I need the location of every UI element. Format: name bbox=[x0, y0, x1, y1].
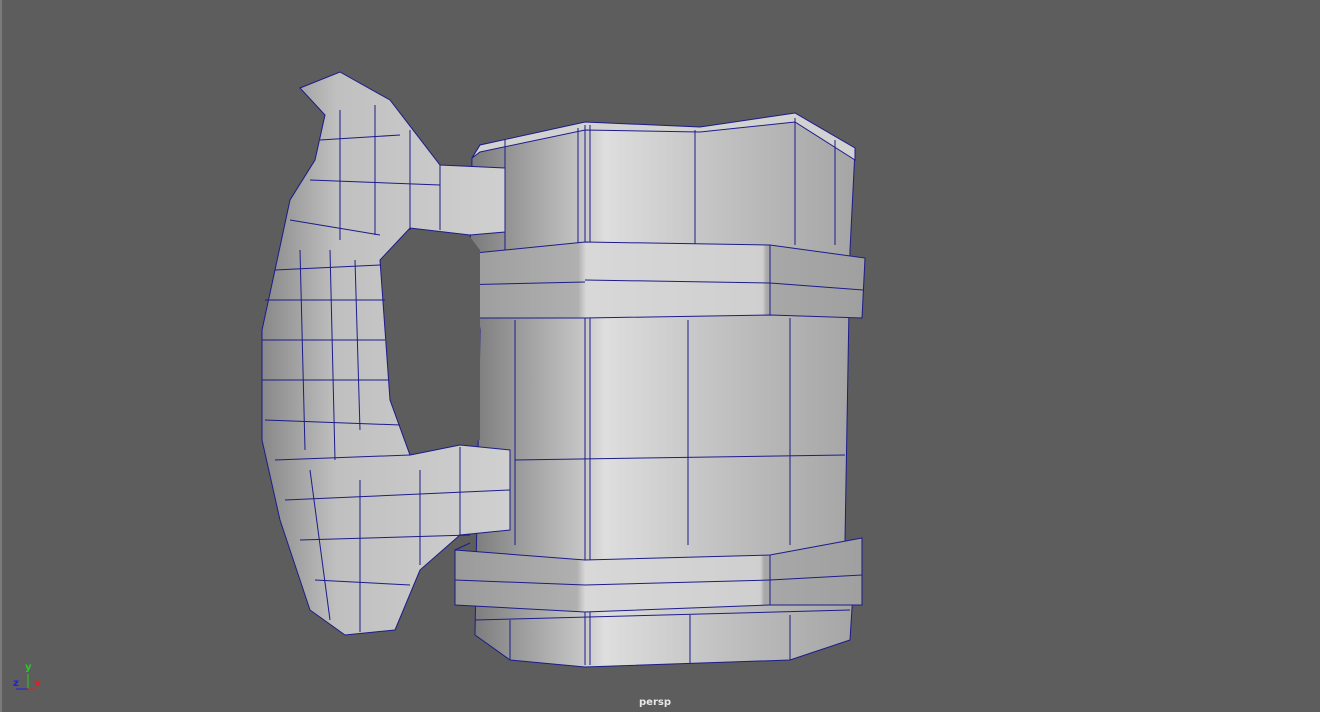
axis-gizmo: y z x bbox=[8, 662, 48, 694]
x-axis-label: x bbox=[34, 678, 41, 689]
upper-band bbox=[454, 241, 866, 319]
handle-inner bbox=[385, 232, 480, 452]
viewport-3d[interactable] bbox=[0, 0, 1320, 712]
y-axis-label: y bbox=[25, 662, 32, 673]
camera-label: persp bbox=[639, 697, 671, 708]
mug-mesh[interactable] bbox=[261, 71, 866, 668]
z-axis-label: z bbox=[13, 678, 19, 689]
